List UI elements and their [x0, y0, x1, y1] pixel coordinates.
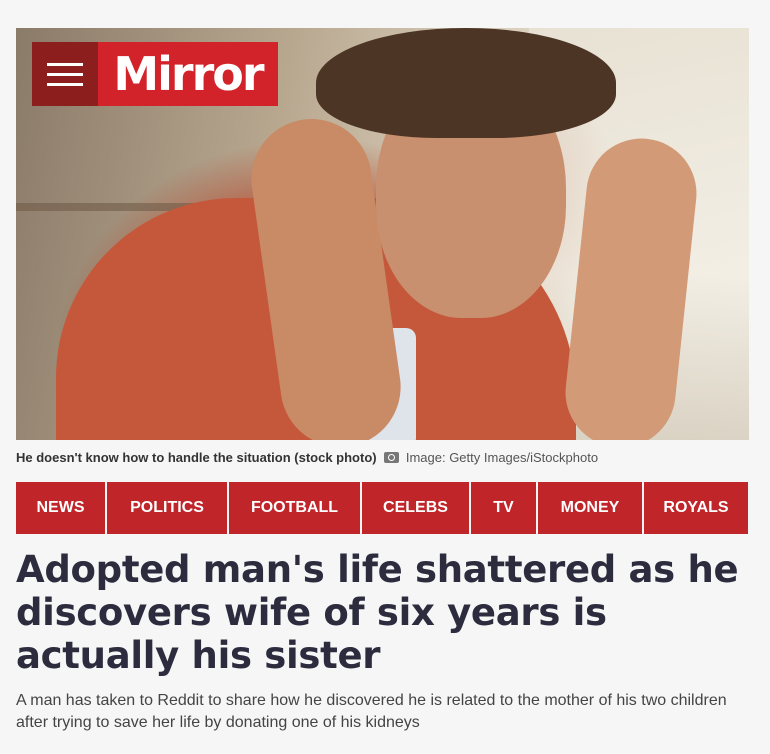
section-nav: NEWS POLITICS FOOTBALL CELEBS TV MONEY R… [16, 482, 748, 534]
site-header-logo: Mirror [32, 42, 278, 106]
article-standfirst: A man has taken to Reddit to share how h… [16, 692, 727, 731]
brand-logo[interactable]: Mirror [98, 42, 278, 106]
menu-line [47, 82, 83, 86]
nav-item-tv[interactable]: TV [471, 482, 536, 534]
nav-item-football[interactable]: FOOTBALL [229, 482, 360, 534]
image-credit: Image: Getty Images/iStockphoto [405, 450, 599, 465]
article-headline: Adopted man's life shattered as he disco… [16, 548, 739, 677]
caption-text: He doesn't know how to handle the situat… [16, 450, 377, 465]
nav-item-money[interactable]: MONEY [538, 482, 642, 534]
man-hair [316, 28, 616, 138]
nav-item-politics[interactable]: POLITICS [107, 482, 227, 534]
nav-item-celebs[interactable]: CELEBS [362, 482, 469, 534]
hamburger-menu-button[interactable] [32, 42, 98, 106]
menu-line [47, 62, 83, 66]
menu-line [47, 72, 83, 76]
nav-item-news[interactable]: NEWS [16, 482, 105, 534]
image-caption: He doesn't know how to handle the situat… [16, 450, 598, 465]
nav-item-royals[interactable]: ROYALS [644, 482, 748, 534]
camera-icon [384, 452, 400, 463]
